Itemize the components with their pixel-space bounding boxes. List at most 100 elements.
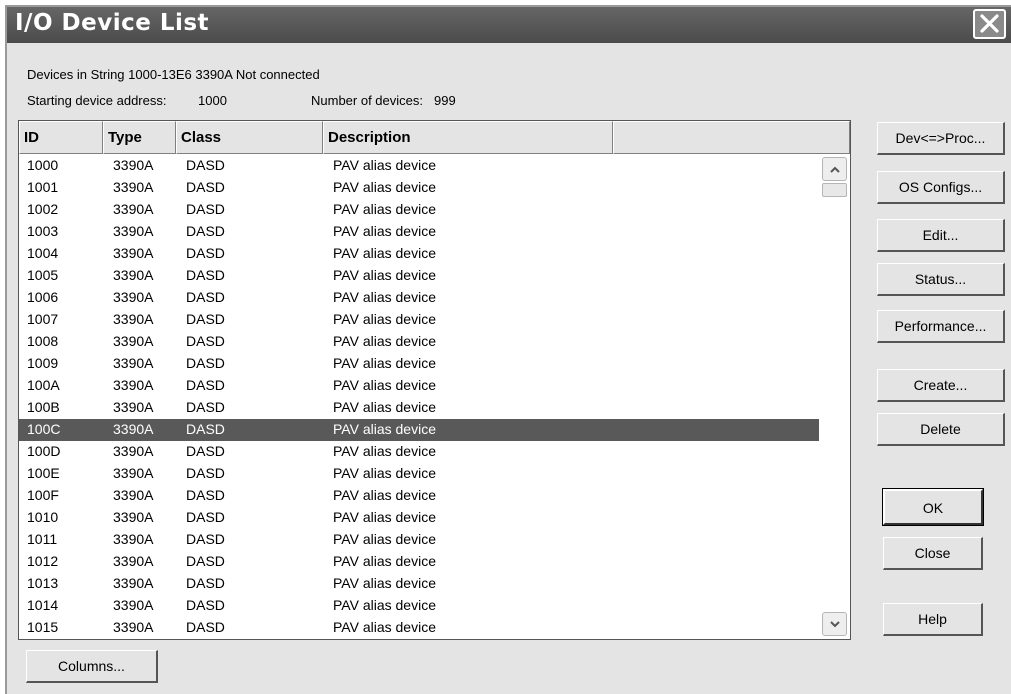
cell-type: 3390A — [113, 553, 154, 569]
device-list[interactable]: ID Type Class Description 1000 3390A DASD P… — [18, 120, 851, 640]
edit-button[interactable]: Edit... — [877, 219, 1005, 252]
cell-id: 1008 — [27, 333, 59, 349]
cell-class: DASD — [186, 421, 225, 437]
cell-class: DASD — [186, 487, 225, 503]
cell-class: DASD — [186, 575, 225, 591]
device-row[interactable]: 1015 3390A DASD PAV alias device — [19, 617, 819, 639]
cell-id: 1005 — [27, 267, 59, 283]
cell-id: 1012 — [27, 553, 59, 569]
close-button[interactable]: Close — [883, 537, 983, 570]
cell-class: DASD — [186, 597, 225, 613]
cell-id: 1004 — [27, 245, 59, 261]
cell-class: DASD — [186, 509, 225, 525]
device-row[interactable]: 100A 3390A DASD PAV alias device — [19, 375, 819, 397]
device-row[interactable]: 100E 3390A DASD PAV alias device — [19, 463, 819, 485]
io-device-list-dialog: I/O Device List Devices in String 1000-1… — [5, 5, 1011, 694]
cell-type: 3390A — [113, 333, 154, 349]
os-configs-button[interactable]: OS Configs... — [877, 171, 1005, 204]
cell-description: PAV alias device — [333, 355, 436, 371]
scroll-down-button[interactable] — [822, 612, 847, 636]
cell-type: 3390A — [113, 355, 154, 371]
cell-id: 1002 — [27, 201, 59, 217]
cell-class: DASD — [186, 157, 225, 173]
device-row[interactable]: 1004 3390A DASD PAV alias device — [19, 243, 819, 265]
column-header-description[interactable]: Description — [323, 121, 613, 154]
column-header-class[interactable]: Class — [176, 121, 323, 154]
cell-id: 1014 — [27, 597, 59, 613]
status-button[interactable]: Status... — [877, 263, 1005, 296]
cell-class: DASD — [186, 245, 225, 261]
cell-type: 3390A — [113, 267, 154, 283]
device-row[interactable]: 1007 3390A DASD PAV alias device — [19, 309, 819, 331]
cell-description: PAV alias device — [333, 421, 436, 437]
cell-class: DASD — [186, 553, 225, 569]
cell-description: PAV alias device — [333, 201, 436, 217]
title-bar[interactable]: I/O Device List — [7, 7, 1011, 43]
cell-type: 3390A — [113, 179, 154, 195]
cell-id: 100F — [27, 487, 59, 503]
cell-description: PAV alias device — [333, 443, 436, 459]
cell-class: DASD — [186, 619, 225, 635]
cell-id: 1007 — [27, 311, 59, 327]
device-row[interactable]: 1002 3390A DASD PAV alias device — [19, 199, 819, 221]
delete-button[interactable]: Delete — [877, 413, 1005, 446]
cell-type: 3390A — [113, 289, 154, 305]
device-row[interactable]: 1003 3390A DASD PAV alias device — [19, 221, 819, 243]
device-count-value: 999 — [434, 93, 456, 108]
device-row[interactable]: 100B 3390A DASD PAV alias device — [19, 397, 819, 419]
cell-type: 3390A — [113, 487, 154, 503]
column-header-extra[interactable] — [613, 121, 850, 154]
cell-description: PAV alias device — [333, 465, 436, 481]
cell-type: 3390A — [113, 223, 154, 239]
device-row[interactable]: 1001 3390A DASD PAV alias device — [19, 177, 819, 199]
device-row[interactable]: 1009 3390A DASD PAV alias device — [19, 353, 819, 375]
cell-class: DASD — [186, 377, 225, 393]
cell-type: 3390A — [113, 201, 154, 217]
cell-class: DASD — [186, 333, 225, 349]
cell-type: 3390A — [113, 531, 154, 547]
scroll-thumb[interactable] — [822, 183, 847, 197]
cell-description: PAV alias device — [333, 553, 436, 569]
help-button[interactable]: Help — [883, 603, 983, 636]
column-header-id[interactable]: ID — [19, 121, 103, 154]
device-row[interactable]: 1011 3390A DASD PAV alias device — [19, 529, 819, 551]
close-window-button[interactable] — [973, 9, 1006, 39]
cell-description: PAV alias device — [333, 267, 436, 283]
cell-description: PAV alias device — [333, 333, 436, 349]
device-row[interactable]: 1005 3390A DASD PAV alias device — [19, 265, 819, 287]
create-button[interactable]: Create... — [877, 369, 1005, 402]
cell-id: 100D — [27, 443, 61, 459]
vertical-scrollbar[interactable] — [821, 155, 849, 639]
device-row[interactable]: 100D 3390A DASD PAV alias device — [19, 441, 819, 463]
device-row[interactable]: 100F 3390A DASD PAV alias device — [19, 485, 819, 507]
device-row[interactable]: 1008 3390A DASD PAV alias device — [19, 331, 819, 353]
cell-class: DASD — [186, 289, 225, 305]
close-x-icon — [980, 14, 999, 33]
cell-class: DASD — [186, 399, 225, 415]
scroll-up-button[interactable] — [822, 157, 847, 181]
chevron-up-icon — [830, 166, 840, 173]
device-row[interactable]: 100C 3390A DASD PAV alias device — [19, 419, 819, 441]
cell-description: PAV alias device — [333, 377, 436, 393]
cell-class: DASD — [186, 223, 225, 239]
cell-class: DASD — [186, 443, 225, 459]
dev-proc-button[interactable]: Dev<=>Proc... — [877, 122, 1005, 155]
cell-id: 1001 — [27, 179, 59, 195]
cell-id: 1009 — [27, 355, 59, 371]
cell-type: 3390A — [113, 619, 154, 635]
cell-class: DASD — [186, 267, 225, 283]
performance-button[interactable]: Performance... — [877, 310, 1005, 343]
device-row[interactable]: 1014 3390A DASD PAV alias device — [19, 595, 819, 617]
columns-button[interactable]: Columns... — [26, 650, 158, 683]
device-row[interactable]: 1006 3390A DASD PAV alias device — [19, 287, 819, 309]
cell-id: 1000 — [27, 157, 59, 173]
column-header-type[interactable]: Type — [103, 121, 176, 154]
cell-class: DASD — [186, 179, 225, 195]
device-row[interactable]: 1010 3390A DASD PAV alias device — [19, 507, 819, 529]
cell-class: DASD — [186, 201, 225, 217]
device-row[interactable]: 1012 3390A DASD PAV alias device — [19, 551, 819, 573]
device-row[interactable]: 1013 3390A DASD PAV alias device — [19, 573, 819, 595]
ok-button[interactable]: OK — [882, 488, 984, 526]
cell-class: DASD — [186, 465, 225, 481]
device-row[interactable]: 1000 3390A DASD PAV alias device — [19, 155, 819, 177]
